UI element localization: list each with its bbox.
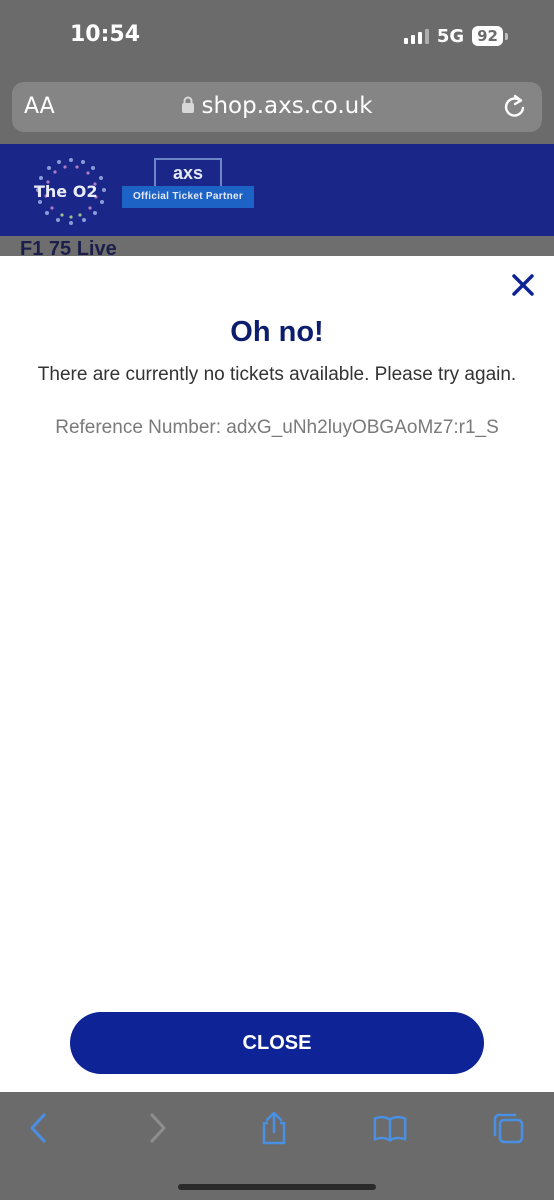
- forward-icon[interactable]: [140, 1110, 176, 1146]
- url-display[interactable]: shop.axs.co.uk: [12, 93, 542, 120]
- status-bar: 10:54 5G 92: [0, 0, 554, 70]
- modal-message: There are currently no tickets available…: [37, 364, 517, 385]
- network-label: 5G: [436, 25, 465, 47]
- share-icon[interactable]: [256, 1110, 292, 1146]
- status-time: 10:54: [70, 22, 141, 47]
- browser-address-area: AA shop.axs.co.uk: [0, 70, 554, 144]
- bookmarks-icon[interactable]: [372, 1110, 408, 1146]
- axs-badge-label: Official Ticket Partner: [122, 186, 254, 208]
- o2-logo: The O2: [28, 152, 114, 237]
- battery-icon: 92: [472, 26, 508, 46]
- back-icon[interactable]: [20, 1110, 56, 1146]
- home-indicator: [178, 1184, 376, 1190]
- axs-brand: axs: [154, 158, 222, 186]
- close-icon[interactable]: [510, 272, 536, 298]
- modal-title: Oh no!: [230, 316, 324, 348]
- error-modal: Oh no! There are currently no tickets av…: [0, 256, 554, 1092]
- signal-icon: [403, 28, 429, 44]
- reference-number: Reference Number: adxG_uNh2luyOBGAoMz7:r…: [55, 417, 499, 438]
- url-text: shop.axs.co.uk: [201, 93, 373, 119]
- battery-level: 92: [472, 26, 503, 46]
- event-title-behind: F1 75 Live: [0, 236, 554, 256]
- status-indicators: 5G 92: [403, 24, 508, 48]
- close-button[interactable]: CLOSE: [70, 1012, 484, 1074]
- lock-icon: [181, 94, 195, 120]
- o2-logo-text: The O2: [34, 182, 98, 201]
- tabs-icon[interactable]: [490, 1110, 526, 1146]
- event-title-text: F1 75 Live: [20, 238, 117, 256]
- reload-icon[interactable]: [502, 93, 528, 126]
- address-bar[interactable]: AA shop.axs.co.uk: [12, 82, 542, 132]
- axs-partner-badge: axs Official Ticket Partner: [122, 158, 254, 216]
- site-header: The O2 axs Official Ticket Partner: [0, 144, 554, 236]
